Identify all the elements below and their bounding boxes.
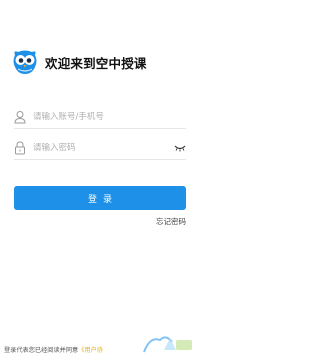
account-field[interactable] xyxy=(14,106,186,129)
agreement-text: 登录代表您已经阅读并同意《用户协 xyxy=(4,345,103,354)
lock-icon xyxy=(15,141,25,155)
agreement-prefix: 登录代表您已经阅读并同意 xyxy=(4,347,79,354)
forgot-password-link[interactable]: 忘记密码 xyxy=(156,216,186,227)
owl-icon xyxy=(13,50,37,74)
eye-closed-icon[interactable] xyxy=(174,144,186,152)
watermark-logo-icon xyxy=(143,336,192,353)
password-field[interactable] xyxy=(14,137,186,160)
app-header: 欢迎来到空中授课 xyxy=(10,44,190,80)
login-button[interactable]: 登录 xyxy=(14,186,186,210)
user-icon xyxy=(14,111,26,124)
password-input[interactable] xyxy=(33,143,163,153)
login-screen: 欢迎来到空中授课 登录 忘记密码 登录代表您已经阅读并同意《用户协 xyxy=(0,0,200,360)
user-agreement-link[interactable]: 《用户协 xyxy=(78,347,103,354)
welcome-title: 欢迎来到空中授课 xyxy=(45,55,147,71)
account-input[interactable] xyxy=(33,112,163,122)
